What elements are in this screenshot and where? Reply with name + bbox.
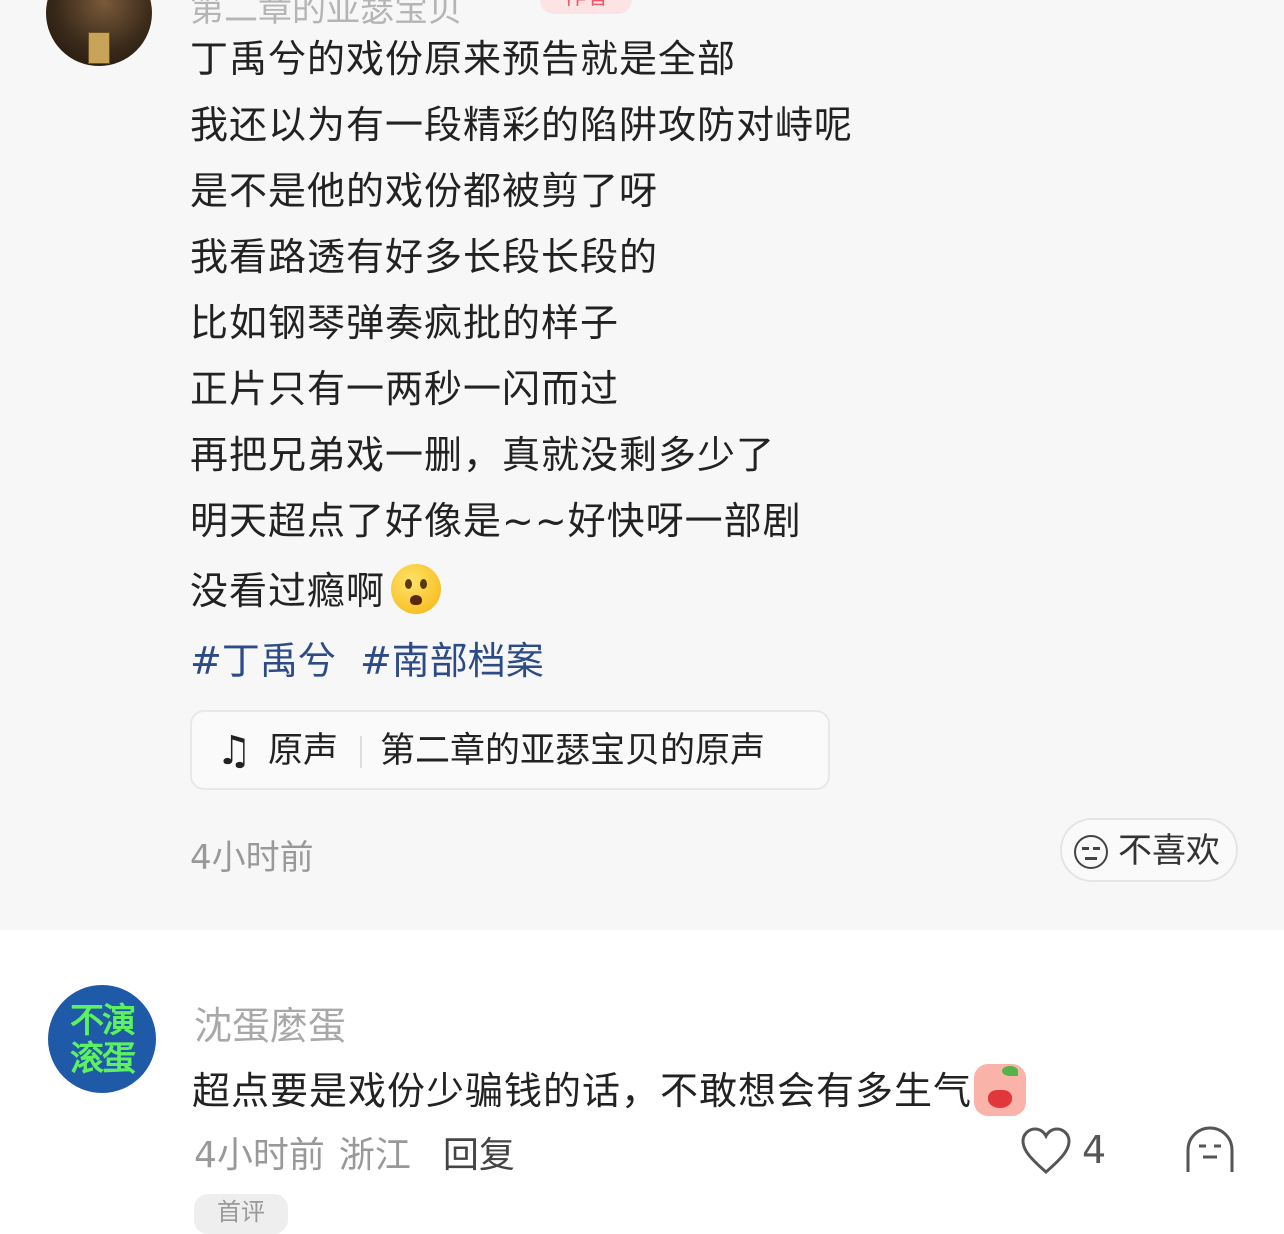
divider: [360, 736, 362, 768]
post-text-line-last: 没看过瘾啊: [190, 564, 442, 614]
music-note-icon: ♫: [216, 728, 252, 774]
post-card: 第二章的亚瑟宝贝 作者 丁禹兮的戏份原来预告就是全部 我还以为有一段精彩的陷阱攻…: [0, 0, 1284, 930]
post-text-line: 再把兄弟戏一删，真就没剩多少了: [190, 433, 776, 477]
commenter-username[interactable]: 沈蛋麼蛋: [194, 995, 346, 1050]
comment-dislike-button[interactable]: [1184, 1124, 1236, 1180]
music-title: 第二章的亚瑟宝贝的原声: [380, 731, 766, 771]
comment-meta: 4小时前 浙江 回复: [194, 1126, 515, 1178]
neutral-face-icon: [1074, 835, 1108, 869]
post-text-span: 没看过瘾啊: [190, 569, 386, 613]
original-sound-card[interactable]: ♫ 原声 第二章的亚瑟宝贝的原声: [190, 710, 830, 790]
first-comment-badge: 首评: [194, 1194, 288, 1234]
comment-text-span: 超点要是戏份少骗钱的话，不敢想会有多生气: [192, 1069, 973, 1113]
music-label: 原声: [268, 731, 339, 771]
sad-face-emoji-icon: [391, 564, 442, 614]
post-text-line: 正片只有一两秒一闪而过: [190, 367, 620, 411]
post-text-line: 比如钢琴弹奏疯批的样子: [190, 301, 620, 345]
post-timestamp: 4小时前: [190, 838, 314, 878]
comment-text: 超点要是戏份少骗钱的话，不敢想会有多生气: [192, 1060, 1027, 1116]
post-text-line: 是不是他的戏份都被剪了呀: [190, 169, 659, 213]
author-name[interactable]: 第二章的亚瑟宝贝: [190, 0, 462, 31]
reply-button[interactable]: 回复: [443, 1135, 515, 1176]
crying-peach-emoji-icon: [974, 1064, 1027, 1116]
comment-location: 浙江: [338, 1135, 411, 1176]
hashtag-link[interactable]: #南部档案: [360, 639, 544, 683]
heart-icon: [1021, 1127, 1071, 1174]
dislike-button[interactable]: 不喜欢: [1060, 818, 1238, 882]
post-text-line: 明天超点了好像是~~好快呀一部剧: [190, 499, 802, 543]
author-badge: 作者: [540, 0, 632, 14]
like-count: 4: [1082, 1128, 1107, 1172]
dislike-label: 不喜欢: [1118, 831, 1220, 871]
hashtag-link[interactable]: #丁禹兮: [190, 639, 336, 683]
avatar-text: 不演: [70, 1001, 136, 1041]
post-text-line: 丁禹兮的戏份原来预告就是全部: [190, 37, 737, 81]
comment-timestamp: 4小时前: [194, 1135, 325, 1176]
hashtag-row: #丁禹兮 #南部档案: [190, 630, 556, 685]
avatar-text: 滚蛋: [70, 1039, 136, 1079]
neutral-face-icon: [1186, 1126, 1234, 1172]
post-text-line: 我看路透有好多长段长段的: [190, 235, 659, 279]
avatar-card-graphic: [88, 32, 110, 64]
post-text-line: 我还以为有一段精彩的陷阱攻防对峙呢: [190, 103, 854, 147]
commenter-avatar[interactable]: 不演 滚蛋: [48, 985, 156, 1093]
author-avatar[interactable]: [46, 0, 152, 66]
